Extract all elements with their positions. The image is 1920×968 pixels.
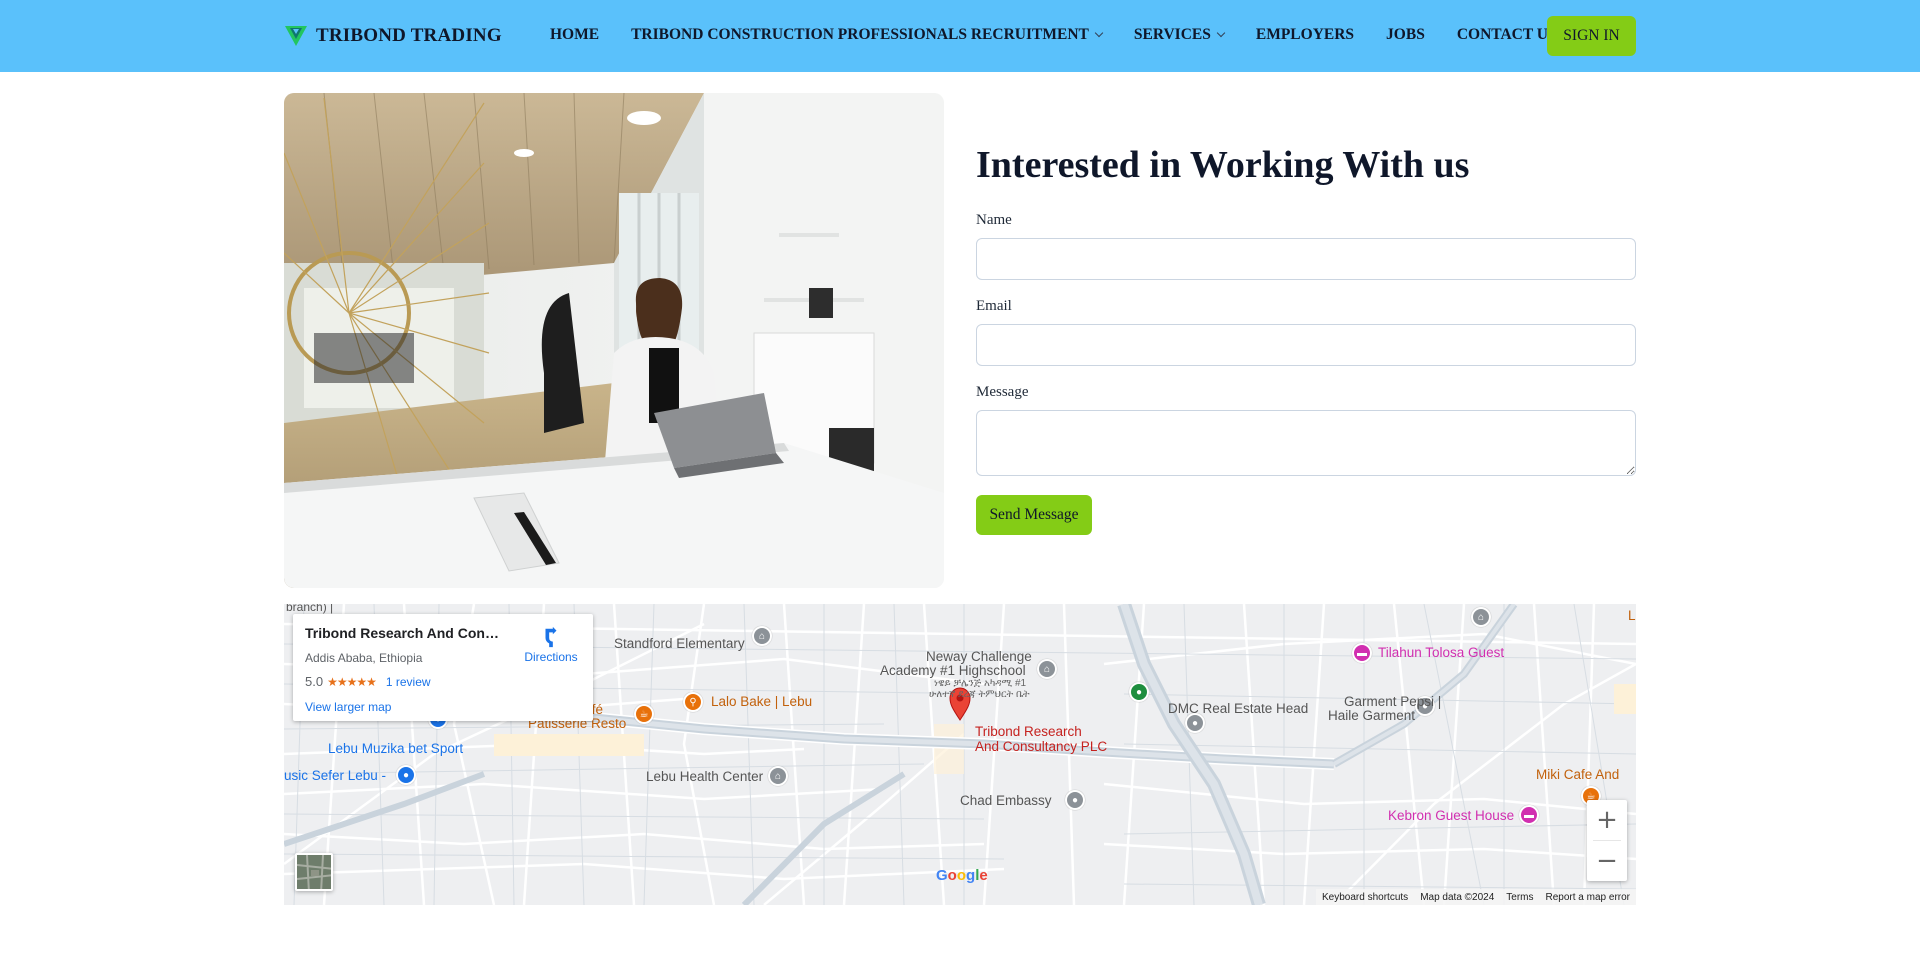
place-rating: 5.0 ★★★★★ 1 review [305,674,431,689]
music-icon[interactable]: ● [396,765,416,785]
star-rating-icon: ★★★★★ [327,674,377,689]
zoom-in-button[interactable]: + [1587,800,1627,840]
chevron-down-icon [1216,28,1226,38]
nav-employers-label: EMPLOYERS [1255,26,1355,43]
map-label-tribond[interactable]: Tribond Research And Consultancy PLC [975,724,1107,754]
form-title: Interested in Working With us [976,144,1470,186]
place-info-card: Tribond Research And Consult... Addis Ab… [293,614,593,721]
school-icon[interactable]: ⌂ [1037,659,1057,679]
nav-contact-us[interactable]: CONTACT US [1457,26,1557,44]
email-input[interactable] [976,324,1636,366]
map-label-tribond-1: Tribond Research [975,724,1082,739]
message-label: Message [976,384,1029,400]
view-larger-map-link[interactable]: View larger map [305,700,391,714]
map-label-chad[interactable]: Chad Embassy [960,793,1052,808]
map-label-tilahun[interactable]: Tilahun Tolosa Guest [1378,645,1504,660]
map-label-neway-amh-1: ነዌይ ቻሌንጅ አካዳሚ #1 [934,678,1027,689]
health-center-icon[interactable]: ⌂ [768,766,788,786]
nav-jobs-label: JOBS [1386,26,1425,43]
keyboard-shortcuts-link[interactable]: Keyboard shortcuts [1322,892,1408,903]
brand-name: TRIBOND TRADING [316,25,502,46]
map-label-standford[interactable]: Standford Elementary [614,636,745,651]
send-message-button[interactable]: Send Message [976,495,1092,535]
top-navbar: TRIBOND TRADING HOME TRIBOND CONSTRUCTIO… [0,0,1920,72]
email-label: Email [976,298,1012,314]
google-logo: Google [936,867,988,884]
map-label-garment-2[interactable]: Haile Garment [1328,708,1415,723]
school-icon[interactable]: ⌂ [1471,607,1491,627]
map-label-dmc[interactable]: DMC Real Estate Head [1168,701,1308,716]
name-label: Name [976,212,1012,228]
report-map-error-link[interactable]: Report a map error [1546,892,1630,903]
name-input[interactable] [976,238,1636,280]
nav-services-label: SERVICES [1133,26,1211,43]
hotel-icon[interactable]: ▬ [1352,643,1372,663]
map-attribution: Keyboard shortcuts Map data ©2024 Terms … [1316,889,1636,905]
pin-icon[interactable]: ● [1185,713,1205,733]
map-label-neway-2[interactable]: Academy #1 Highschool [880,663,1026,678]
restaurant-icon[interactable]: ⚲ [683,692,703,712]
map-label-branch: branch) | [286,604,334,614]
nav-employers[interactable]: EMPLOYERS [1256,26,1354,44]
message-textarea[interactable] [976,410,1636,476]
directions-button[interactable]: Directions [521,626,581,664]
map-label-neway-amh-2: ሁለተኛ ደረጃ ትምህርት ቤት [929,689,1030,700]
place-icon[interactable]: ● [1129,682,1149,702]
nav-recruitment-label: TRIBOND CONSTRUCTION PROFESSIONALS RECRU… [631,26,1089,43]
v-shield-logo-icon [285,26,307,46]
rating-value: 5.0 [305,674,324,689]
satellite-thumbnail-icon [297,855,331,889]
place-title: Tribond Research And Consult... [305,625,505,641]
map-data-text: Map data ©2024 [1420,891,1495,903]
nav-recruitment[interactable]: TRIBOND CONSTRUCTION PROFESSIONALS RECRU… [631,26,1104,44]
hotel-icon[interactable]: ▬ [1519,805,1539,825]
place-address: Addis Ababa, Ethiopia [305,651,423,665]
directions-label: Directions [524,650,578,664]
nav-services[interactable]: SERVICES [1133,26,1226,44]
sign-in-button[interactable]: SIGN IN [1547,16,1636,56]
brand[interactable]: TRIBOND TRADING [284,22,502,50]
map-label-lebu-health[interactable]: Lebu Health Center [646,769,763,784]
satellite-view-toggle[interactable] [295,853,333,891]
school-icon[interactable]: ⌂ [752,626,772,646]
cafe-icon[interactable]: ☕ [634,704,654,724]
nav-jobs[interactable]: JOBS [1386,26,1425,44]
nav-home-label: HOME [550,26,600,43]
map-label-garment-1[interactable]: Garment Pepsi | [1344,694,1441,709]
directions-icon [545,626,557,648]
map-label-lebu-muzika[interactable]: Lebu Muzika bet Sport [328,741,463,756]
map-label-lalo[interactable]: Lalo Bake | Lebu [711,694,812,709]
terms-link[interactable]: Terms [1506,892,1533,903]
map-label-neway-1[interactable]: Neway Challenge [926,649,1032,664]
reviews-link[interactable]: 1 review [386,675,431,689]
embedded-map[interactable]: ⌂ ⌂ ⌂ ▬ ● ● ● ☕ ⚲ ● ● ⌂ ● ▬ ☕ Standford … [284,604,1636,905]
zoom-out-button[interactable]: − [1587,841,1627,881]
office-photo [284,93,944,588]
map-label-miki[interactable]: Miki Cafe And [1536,767,1619,782]
chevron-down-icon [1094,28,1104,38]
nav-contact-us-label: CONTACT US [1456,26,1557,43]
map-label-tribond-2: And Consultancy PLC [975,739,1108,754]
main-nav: HOME TRIBOND CONSTRUCTION PROFESSIONALS … [550,26,1589,44]
nav-home[interactable]: HOME [550,26,599,44]
map-label-kebron[interactable]: Kebron Guest House [1388,808,1514,823]
map-label-edge: L [1628,608,1636,623]
embassy-icon[interactable]: ● [1065,790,1085,810]
zoom-control: + − [1587,800,1627,881]
map-label-music-sefer[interactable]: usic Sefer Lebu - [284,768,386,783]
